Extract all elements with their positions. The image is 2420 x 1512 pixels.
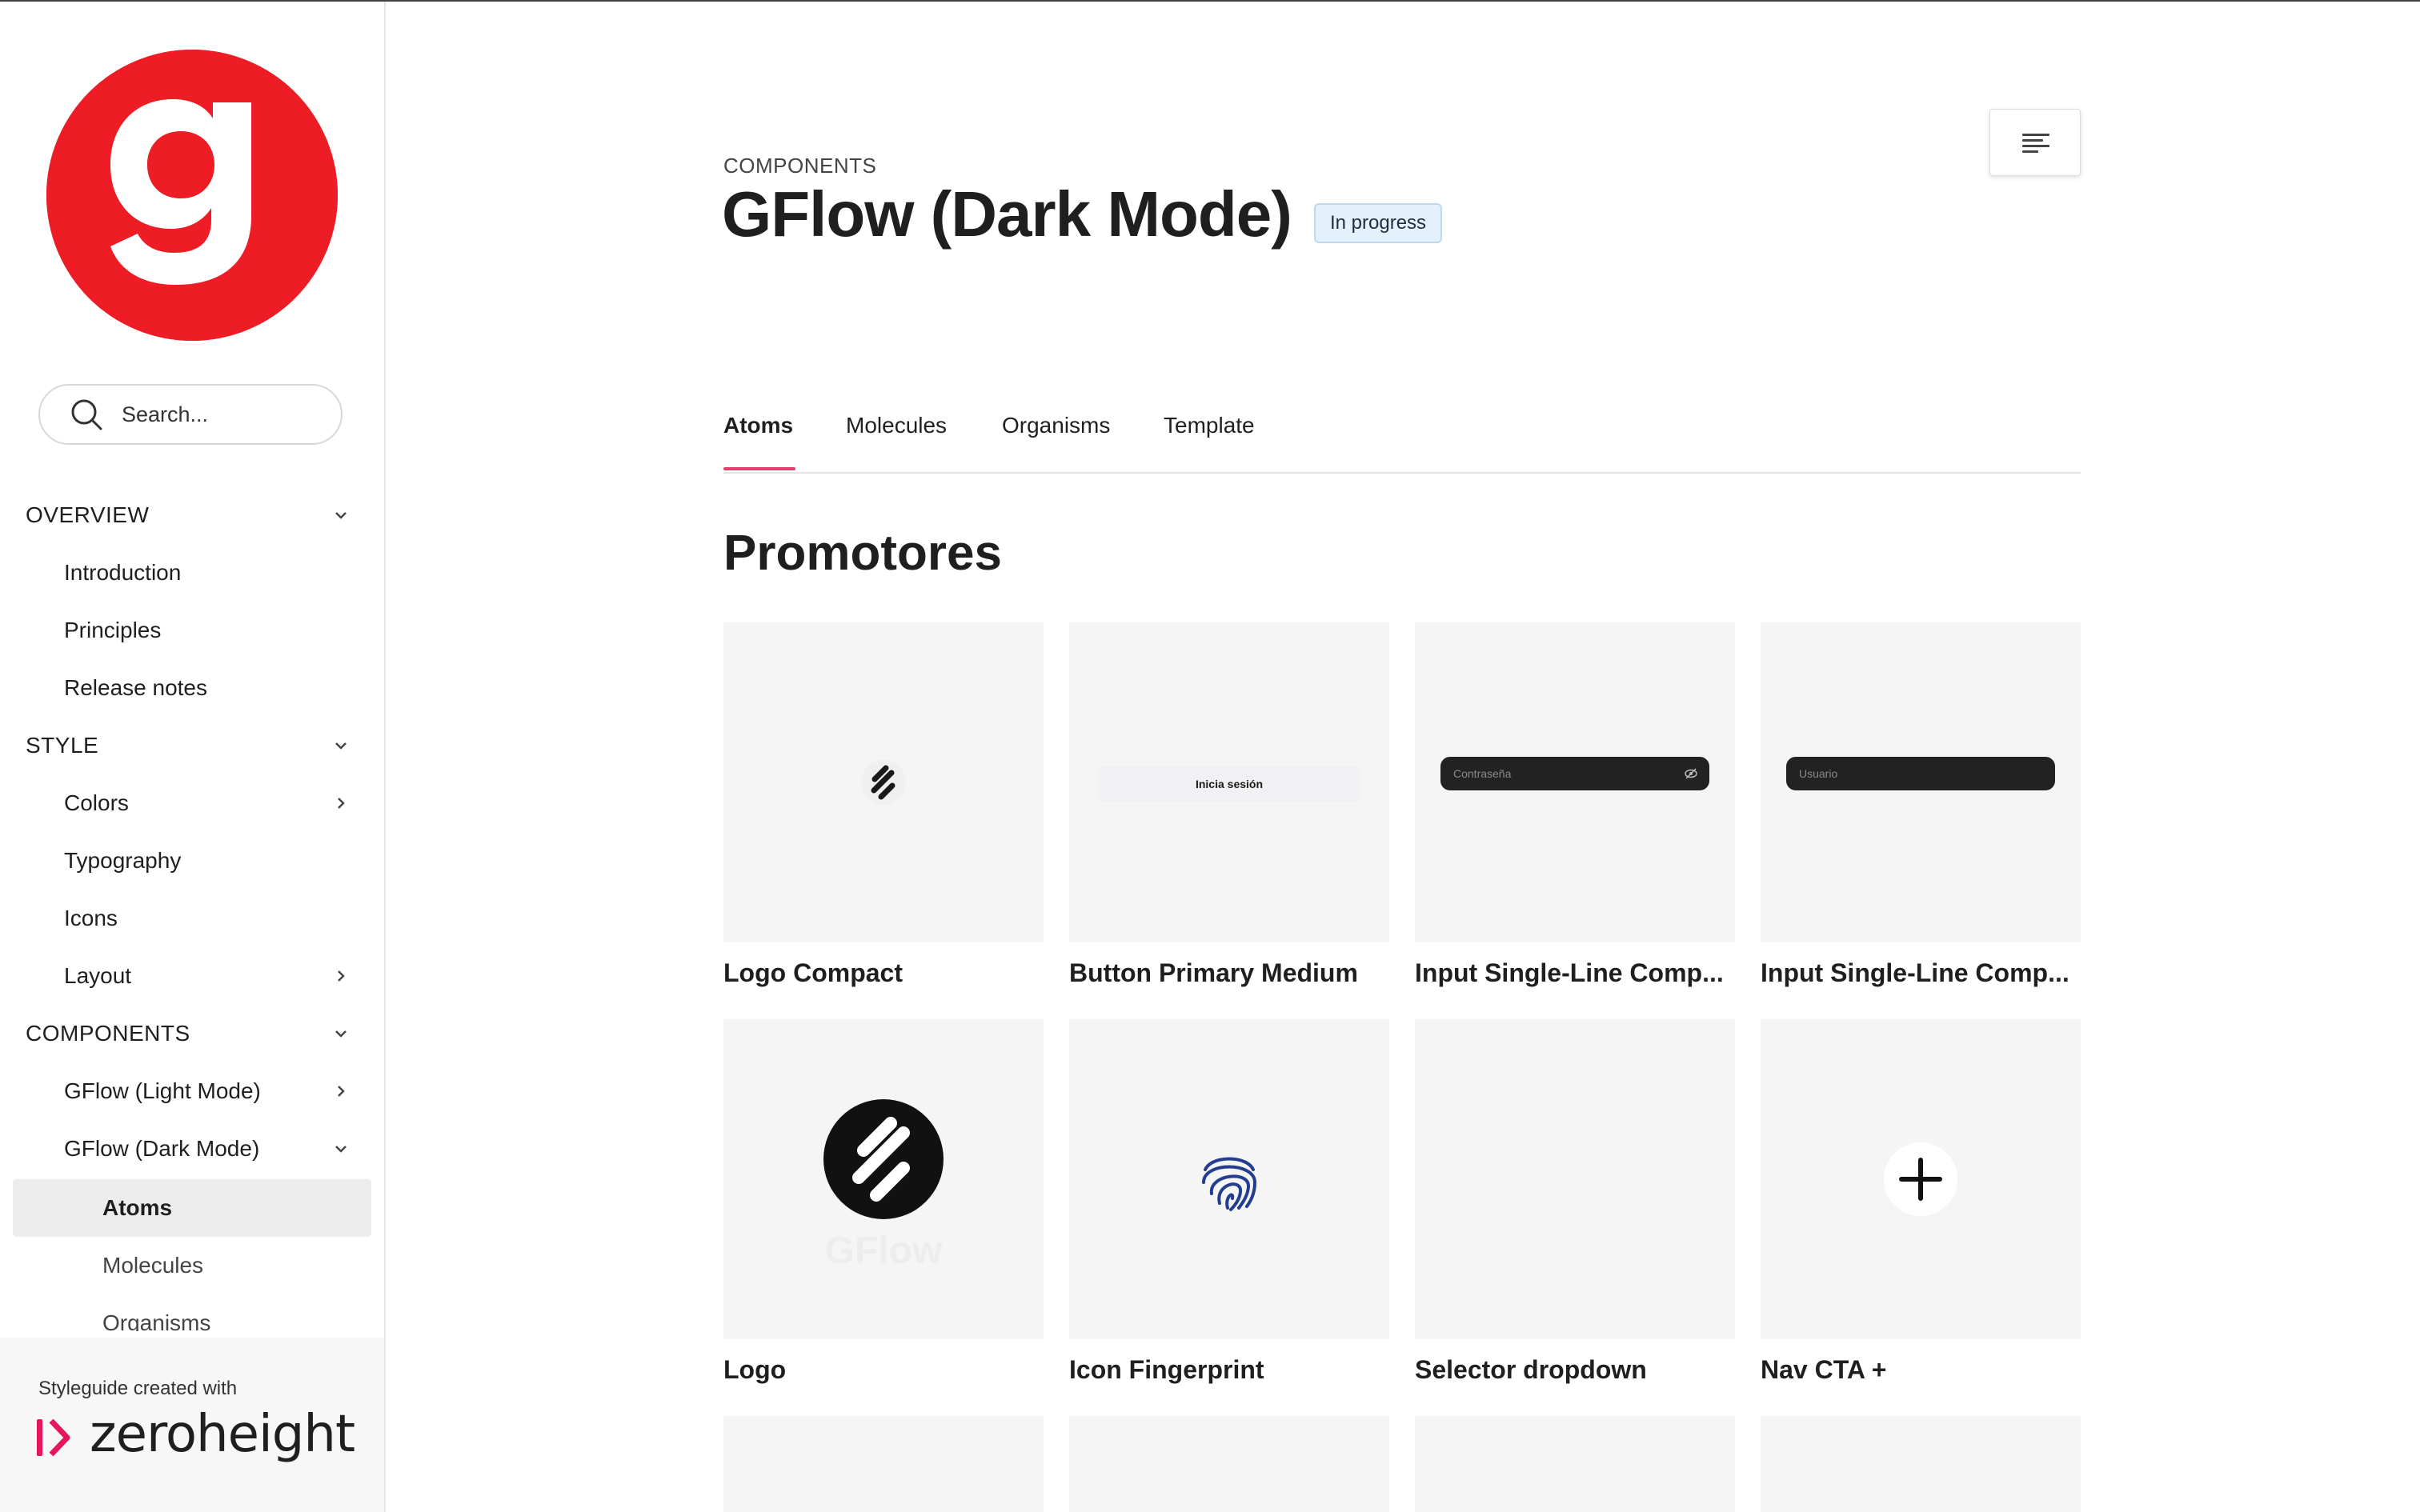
- card-thumbnail-logo-compact[interactable]: [723, 622, 1044, 942]
- tab-organisms[interactable]: Organisms: [1002, 413, 1110, 438]
- tab-atoms[interactable]: Atoms: [723, 413, 793, 438]
- plus-icon: [1884, 1142, 1957, 1216]
- footer-caption: Styleguide created with: [38, 1378, 238, 1399]
- card-label[interactable]: Logo Compact: [723, 958, 1047, 988]
- gflow-logo-icon: [823, 1099, 944, 1219]
- sidebar-item-label: Introduction: [64, 560, 182, 585]
- sidebar-section-label: OVERVIEW: [26, 502, 150, 527]
- card-label[interactable]: Icon Fingerprint: [1069, 1355, 1392, 1385]
- preview-input-placeholder: Usuario: [1799, 767, 1838, 780]
- chevron-right-icon: [338, 970, 345, 982]
- card-thumbnail-input-password[interactable]: Contraseña: [1415, 622, 1735, 942]
- chevron-down-icon: [335, 742, 347, 750]
- sidebar-item-gflow-dark[interactable]: GFlow (Dark Mode): [0, 1120, 384, 1178]
- card-label[interactable]: Button Primary Medium: [1069, 958, 1392, 988]
- card-label[interactable]: Nav CTA +: [1761, 1355, 2084, 1385]
- tab-molecules[interactable]: Molecules: [846, 413, 947, 438]
- card-label[interactable]: Selector dropdown: [1415, 1355, 1738, 1385]
- card-thumbnail-selector-dropdown[interactable]: [1415, 1019, 1735, 1339]
- card-thumbnail[interactable]: [1415, 1416, 1735, 1512]
- page-title: GFlow (Dark Mode): [722, 178, 1292, 250]
- card-label[interactable]: Input Single-Line Comp...: [1761, 958, 2084, 988]
- eye-off-icon: [1685, 768, 1697, 779]
- card-thumbnail[interactable]: [723, 1416, 1044, 1512]
- sidebar-item-label: Atoms: [102, 1195, 173, 1220]
- preview-logo-wordmark: GFlow: [824, 1230, 943, 1272]
- sidebar-section-components[interactable]: COMPONENTS: [0, 1005, 384, 1062]
- sidebar-item-layout[interactable]: Layout: [0, 947, 384, 1005]
- preview-button: Inicia sesión: [1098, 766, 1360, 802]
- chevron-right-icon: [338, 798, 345, 809]
- sidebar-item-organisms[interactable]: Organisms: [0, 1294, 384, 1331]
- table-of-contents-button[interactable]: [1989, 109, 2081, 176]
- status-badge: In progress: [1314, 203, 1443, 243]
- sidebar-section-label: COMPONENTS: [26, 1021, 190, 1046]
- search-box[interactable]: [38, 384, 343, 445]
- tab-bar: Atoms Molecules Organisms Template: [723, 405, 2081, 474]
- sidebar-item-label: Colors: [64, 790, 129, 815]
- sidebar: OVERVIEW Introduction Principles Release…: [0, 2, 386, 1512]
- sidebar-section-style[interactable]: STYLE: [0, 717, 384, 774]
- preview-input-placeholder: Contraseña: [1453, 767, 1512, 780]
- zeroheight-wordmark: zeroheight: [90, 1405, 355, 1464]
- gflow-compact-logo-icon: [861, 760, 906, 805]
- sidebar-item-label: Organisms: [102, 1310, 211, 1331]
- chevron-down-icon: [335, 512, 347, 519]
- card-thumbnail[interactable]: [1069, 1416, 1389, 1512]
- card-thumbnail-logo[interactable]: GFlow: [723, 1019, 1044, 1339]
- sidebar-item-release-notes[interactable]: Release notes: [0, 659, 384, 717]
- preview-input: Contraseña: [1440, 757, 1709, 790]
- sidebar-item-label: GFlow (Light Mode): [64, 1078, 261, 1103]
- brand-g-icon: [46, 50, 338, 341]
- sidebar-item-gflow-light[interactable]: GFlow (Light Mode): [0, 1062, 384, 1120]
- sidebar-item-colors[interactable]: Colors: [0, 774, 384, 832]
- sidebar-item-icons[interactable]: Icons: [0, 890, 384, 947]
- sidebar-item-introduction[interactable]: Introduction: [0, 544, 384, 602]
- sidebar-item-label: Release notes: [64, 675, 208, 700]
- card-thumbnail-nav-cta[interactable]: [1761, 1019, 2081, 1339]
- active-tab-indicator: [723, 467, 795, 470]
- chevron-down-icon: [335, 1030, 347, 1038]
- sidebar-item-atoms[interactable]: Atoms: [13, 1179, 371, 1237]
- card-label[interactable]: Input Single-Line Comp...: [1415, 958, 1738, 988]
- sidebar-item-label: Icons: [64, 906, 118, 930]
- card-thumbnail-button-primary[interactable]: Inicia sesión: [1069, 622, 1389, 942]
- table-of-contents-icon: [2022, 134, 2049, 153]
- zeroheight-mark-icon: [37, 1418, 70, 1457]
- card-thumbnail-icon-fingerprint[interactable]: [1069, 1019, 1389, 1339]
- page-eyebrow: COMPONENTS: [723, 154, 877, 178]
- sidebar-item-label: Principles: [64, 618, 162, 642]
- sidebar-item-label: Typography: [64, 848, 182, 873]
- section-title: Promotores: [723, 526, 1002, 581]
- zeroheight-footer[interactable]: Styleguide created with zeroheight: [0, 1338, 384, 1512]
- search-icon: [71, 399, 102, 430]
- sidebar-item-label: GFlow (Dark Mode): [64, 1136, 260, 1161]
- card-thumbnail-input-user[interactable]: Usuario: [1761, 622, 2081, 942]
- preview-input: Usuario: [1786, 757, 2055, 790]
- sidebar-item-label: Molecules: [102, 1253, 204, 1278]
- card-label[interactable]: Logo: [723, 1355, 1047, 1385]
- sidebar-item-molecules[interactable]: Molecules: [0, 1237, 384, 1294]
- sidebar-item-principles[interactable]: Principles: [0, 602, 384, 659]
- sidebar-nav: OVERVIEW Introduction Principles Release…: [0, 486, 384, 1331]
- chevron-down-icon: [335, 1146, 347, 1153]
- chevron-right-icon: [338, 1086, 345, 1097]
- sidebar-section-overview[interactable]: OVERVIEW: [0, 486, 384, 544]
- sidebar-section-label: STYLE: [26, 733, 99, 758]
- sidebar-item-label: Layout: [64, 963, 132, 988]
- brand-g-logo[interactable]: [46, 50, 338, 341]
- fingerprint-icon: [1202, 1157, 1257, 1211]
- card-thumbnail[interactable]: [1761, 1416, 2081, 1512]
- sidebar-item-typography[interactable]: Typography: [0, 832, 384, 890]
- tab-template[interactable]: Template: [1164, 413, 1255, 438]
- search-input[interactable]: [120, 401, 331, 428]
